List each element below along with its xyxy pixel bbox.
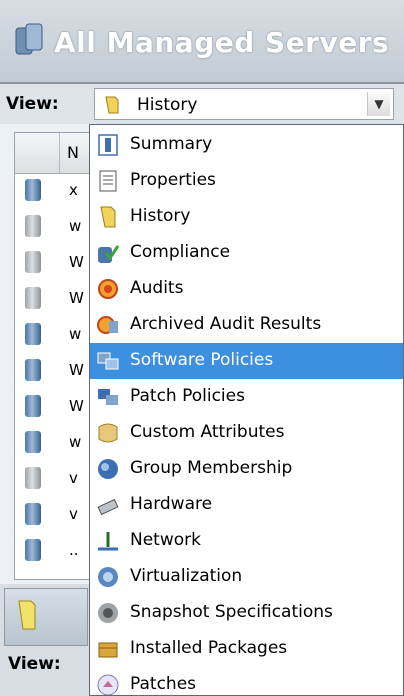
snapshot-icon (98, 603, 118, 623)
history-icon (18, 600, 36, 630)
server-icon (25, 467, 41, 489)
menu-item-group-membership[interactable]: Group Membership (90, 451, 403, 487)
row-name: W (69, 253, 84, 271)
row-name: v (69, 469, 78, 487)
menu-item-patch-policies[interactable]: Patch Policies (90, 379, 403, 415)
chevron-down-icon[interactable]: ▼ (367, 92, 390, 116)
menu-item-label: Software Policies (130, 350, 274, 370)
menu-item-summary[interactable]: Summary (90, 127, 403, 163)
view-row: View: History ▼ (0, 84, 404, 124)
menu-item-installed-packages[interactable]: Installed Packages (90, 631, 403, 667)
row-name: W (69, 289, 84, 307)
server-icon (25, 323, 41, 345)
page-title: All Managed Servers (54, 26, 390, 59)
table-header-name[interactable]: N (67, 143, 79, 162)
group-membership-icon (98, 459, 118, 479)
table-row[interactable]: w (15, 213, 93, 241)
server-table: N x w W Ww W Ww v v.. (14, 132, 96, 580)
menu-item-audits[interactable]: Audits (90, 271, 403, 307)
menu-item-label: Properties (130, 170, 216, 190)
table-header: N (15, 133, 95, 174)
menu-item-label: Archived Audit Results (130, 314, 322, 334)
row-name: x (69, 181, 78, 199)
menu-item-label: Group Membership (130, 458, 293, 478)
menu-item-label: Installed Packages (130, 638, 288, 658)
view-dropdown-menu: Summary Properties History Compliance Audits… (89, 124, 404, 696)
compliance-icon (98, 245, 120, 263)
table-row[interactable]: v (15, 501, 93, 529)
table-row[interactable]: w (15, 321, 93, 349)
table-row[interactable]: v (15, 465, 93, 493)
software-policies-icon (97, 352, 119, 370)
menu-item-label: Custom Attributes (130, 422, 285, 442)
archived-audit-icon (97, 316, 118, 334)
history-icon (105, 96, 119, 114)
virtualization-icon (98, 567, 118, 587)
menu-item-properties[interactable]: Properties (90, 163, 403, 199)
menu-item-network[interactable]: Network (90, 523, 403, 559)
server-icon (25, 539, 41, 561)
view-dropdown[interactable]: History ▼ (94, 88, 394, 120)
table-header-select[interactable] (15, 133, 60, 173)
table-row[interactable]: w (15, 429, 93, 457)
properties-icon (99, 170, 117, 192)
menu-item-label: Audits (130, 278, 184, 298)
menu-item-label: Compliance (130, 242, 231, 262)
row-name: w (69, 433, 82, 451)
patches-icon (97, 674, 119, 695)
row-name: w (69, 325, 82, 343)
server-icon (25, 359, 41, 381)
table-row[interactable]: W (15, 393, 93, 421)
table-row[interactable]: W (15, 249, 93, 277)
menu-item-label: Patch Policies (130, 386, 245, 406)
menu-item-label: Hardware (130, 494, 213, 514)
server-icon (25, 395, 41, 417)
menu-item-virtualization[interactable]: Virtualization (90, 559, 403, 595)
menu-item-compliance[interactable]: Compliance (90, 235, 403, 271)
row-name: .. (69, 541, 79, 559)
custom-attributes-icon (98, 423, 118, 443)
menu-item-label: Network (130, 530, 201, 550)
server-group-icon (15, 23, 43, 55)
network-icon (98, 532, 118, 551)
table-row[interactable]: x (15, 177, 93, 205)
view-selected-value: History (137, 95, 198, 115)
menu-item-label: Snapshot Specifications (130, 602, 333, 622)
server-icon (25, 431, 41, 453)
history-icon (100, 206, 116, 228)
window-header: All Managed Servers (0, 0, 404, 84)
hardware-icon (97, 498, 119, 516)
row-name: w (69, 217, 82, 235)
menu-item-patches[interactable]: Patches (90, 667, 403, 695)
summary-icon (98, 134, 118, 156)
bottom-tab[interactable] (4, 588, 88, 646)
menu-item-hardware[interactable]: Hardware (90, 487, 403, 523)
menu-item-software-policies[interactable]: Software Policies (90, 343, 403, 379)
menu-item-archived-audit-results[interactable]: Archived Audit Results (90, 307, 403, 343)
menu-item-label: History (130, 206, 191, 226)
menu-item-history[interactable]: History (90, 199, 403, 235)
server-icon (25, 287, 41, 309)
table-row[interactable]: W (15, 285, 93, 313)
menu-item-label: Summary (130, 134, 213, 154)
menu-item-label: Patches (130, 674, 197, 694)
menu-item-custom-attributes[interactable]: Custom Attributes (90, 415, 403, 451)
table-row[interactable]: .. (15, 537, 93, 565)
row-name: W (69, 361, 84, 379)
bottom-view-label: View: (8, 654, 61, 674)
audits-icon (98, 279, 118, 299)
server-icon (25, 215, 41, 237)
patch-policies-icon (98, 389, 118, 405)
server-icon (25, 179, 41, 201)
row-name: W (69, 397, 84, 415)
table-row[interactable]: W (15, 357, 93, 385)
menu-item-snapshot-specifications[interactable]: Snapshot Specifications (90, 595, 403, 631)
installed-packages-icon (98, 642, 118, 658)
server-icon (25, 251, 41, 273)
row-name: v (69, 505, 78, 523)
server-icon (25, 503, 41, 525)
menu-item-label: Virtualization (130, 566, 243, 586)
view-label: View: (6, 94, 59, 114)
